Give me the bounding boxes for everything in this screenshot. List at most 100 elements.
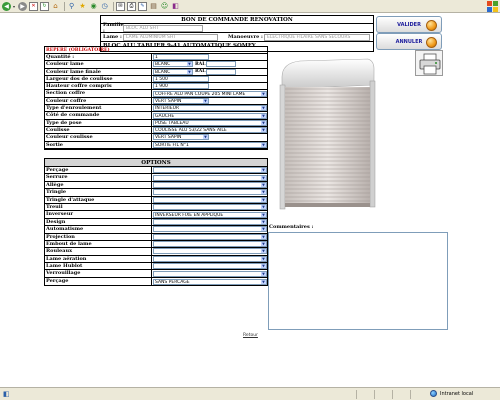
form-select[interactable]: POSE TABLEAU ▼ (153, 119, 267, 126)
option-select[interactable]: ▼ (153, 226, 267, 233)
option-label: Automatisme (45, 226, 152, 233)
dropdown-arrow-icon[interactable]: ▼ (261, 212, 266, 217)
manoeuvre-field[interactable]: ELECTRIQUE FILAIRE SANS SECOURS (264, 33, 370, 41)
dropdown-arrow-icon[interactable]: ▼ (261, 113, 266, 118)
form-row-value: VERT SAPIN ▼ (152, 97, 267, 104)
form-select[interactable]: GAUCHE ▼ (153, 112, 267, 119)
dropdown-arrow-icon[interactable]: ▼ (261, 142, 266, 147)
toolbar-separator (113, 1, 115, 11)
form-select[interactable]: COULISSE ALU 53/22 SANS AILE ▼ (153, 127, 267, 134)
dropdown-arrow-icon[interactable]: ▼ (261, 264, 266, 269)
form-select[interactable]: VERT SAPIN ▼ (153, 134, 209, 141)
form-input[interactable]: 1 (153, 54, 209, 61)
printer-icon[interactable] (415, 50, 443, 76)
history-icon[interactable]: ◷ (100, 2, 109, 11)
retour-link[interactable]: Retour (243, 333, 258, 338)
form-row-value: COFFRE ALU PAN COUPE 205 MINI LAME ▼ (152, 90, 267, 97)
search-icon[interactable]: ⚲ (67, 2, 76, 11)
dropdown-arrow-icon[interactable]: ▼ (261, 197, 266, 202)
back-dropdown-icon[interactable]: ▾ (13, 4, 15, 9)
dropdown-arrow-icon[interactable]: ▼ (261, 271, 266, 276)
dropdown-arrow-icon[interactable]: ▼ (261, 249, 266, 254)
dropdown-arrow-icon[interactable]: ▼ (203, 135, 208, 140)
option-select[interactable]: ▼ (153, 189, 267, 196)
dropdown-arrow-icon[interactable]: ▼ (261, 120, 266, 125)
form-input[interactable]: 1 900 (153, 83, 209, 90)
form-row: Coulisse COULISSE ALU 53/22 SANS AILE ▼ (45, 126, 267, 135)
ral-input[interactable] (206, 61, 237, 68)
option-value: ▼ (152, 263, 267, 270)
form-row-value: 1 (152, 54, 267, 61)
ral-input[interactable] (206, 68, 237, 75)
valider-button[interactable]: VALIDER (376, 16, 442, 33)
option-select[interactable]: ▼ (153, 204, 267, 211)
dropdown-arrow-icon[interactable]: ▼ (261, 219, 266, 224)
print-icon[interactable]: ⎙ (127, 1, 137, 11)
lame-row: Lame : LAME ALUMINIUM SHT Manoeuvre : EL… (101, 33, 373, 42)
dropdown-arrow-icon[interactable]: ▼ (261, 128, 266, 133)
option-select[interactable]: ▼ (153, 233, 267, 240)
annuler-label: ANNULER (395, 38, 423, 45)
home-icon[interactable]: ⌂ (51, 2, 60, 11)
dropdown-arrow-icon[interactable]: ▼ (187, 69, 192, 74)
form-select[interactable]: COFFRE ALU PAN COUPE 205 MINI LAME ▼ (153, 90, 267, 97)
dropdown-arrow-icon[interactable]: ▼ (261, 227, 266, 232)
form-select[interactable]: BLANC ▼ (153, 68, 193, 75)
form-select[interactable]: INTERIEUR ▼ (153, 105, 267, 112)
refresh-icon[interactable]: ↻ (40, 1, 50, 11)
research-icon[interactable]: ◧ (171, 2, 180, 11)
edit-icon[interactable]: ✎ (138, 1, 148, 11)
option-select[interactable]: ▼ (153, 196, 267, 203)
media-icon[interactable]: ◉ (89, 2, 98, 11)
dropdown-arrow-icon[interactable]: ▼ (261, 175, 266, 180)
form-input[interactable]: 1 500 (153, 76, 209, 83)
status-cell (356, 390, 374, 399)
dropdown-arrow-icon[interactable]: ▼ (261, 190, 266, 195)
dropdown-arrow-icon[interactable]: ▼ (203, 98, 208, 103)
back-icon[interactable]: ◀ (2, 1, 11, 11)
comments-textarea[interactable] (268, 232, 448, 330)
option-select[interactable]: ▼ (153, 241, 267, 248)
messenger-icon[interactable]: ☺ (160, 2, 169, 11)
dropdown-arrow-icon[interactable]: ▼ (261, 242, 266, 247)
option-select[interactable]: ▼ (153, 263, 267, 270)
option-label: Projection (45, 233, 152, 240)
lame-field[interactable]: LAME ALUMINIUM SHT (123, 33, 218, 41)
form-select[interactable]: SORTIE FIL N°1 ▼ (153, 141, 267, 148)
dropdown-arrow-icon[interactable]: ▼ (261, 279, 266, 284)
status-cell (410, 390, 428, 399)
discuss-icon[interactable]: ▤ (149, 2, 158, 11)
forward-icon[interactable]: ▶ (18, 1, 28, 11)
form-select-value: INTERIEUR (155, 106, 180, 112)
option-select[interactable]: ▼ (153, 255, 267, 262)
option-select[interactable]: ▼ (153, 270, 267, 277)
option-select[interactable]: ▼ (153, 167, 267, 174)
mail-icon[interactable]: ✉ (116, 1, 126, 11)
option-select[interactable]: SANS PERCAGE ▼ (153, 278, 267, 285)
dropdown-arrow-icon[interactable]: ▼ (261, 205, 266, 210)
form-select[interactable]: VERT SAPIN ▼ (153, 97, 209, 104)
form-row-value: COULISSE ALU 53/22 SANS AILE ▼ (152, 127, 267, 134)
option-select[interactable]: ▼ (153, 248, 267, 255)
dropdown-arrow-icon[interactable]: ▼ (261, 168, 266, 173)
dropdown-arrow-icon[interactable]: ▼ (261, 256, 266, 261)
form-row-label: Section coffre (45, 90, 152, 97)
option-select[interactable]: ▼ (153, 174, 267, 181)
dropdown-arrow-icon[interactable]: ▼ (261, 106, 266, 111)
dropdown-arrow-icon[interactable]: ▼ (261, 234, 266, 239)
option-select[interactable]: INVERSEUR FIXE EN APPLIQUE ▼ (153, 211, 267, 218)
dropdown-arrow-icon[interactable]: ▼ (261, 91, 266, 96)
form-select[interactable]: BLANC ▼ (153, 61, 193, 68)
form-select-value: BLANC (155, 62, 171, 68)
option-select[interactable]: ▼ (153, 218, 267, 225)
famille-field[interactable]: BLOC ALU SHT (123, 24, 203, 32)
option-select[interactable]: ▼ (153, 181, 267, 188)
form-row-label: Coulisse (45, 126, 152, 134)
favorites-icon[interactable]: ★ (78, 2, 87, 11)
annuler-button[interactable]: ANNULER (376, 33, 442, 50)
dropdown-arrow-icon[interactable]: ▼ (261, 182, 266, 187)
stop-icon[interactable]: ✕ (29, 1, 39, 11)
dropdown-arrow-icon[interactable]: ▼ (187, 62, 192, 67)
option-row: Embout de lame ▼ (45, 240, 267, 249)
manoeuvre-label: Manoeuvre : (228, 34, 263, 40)
